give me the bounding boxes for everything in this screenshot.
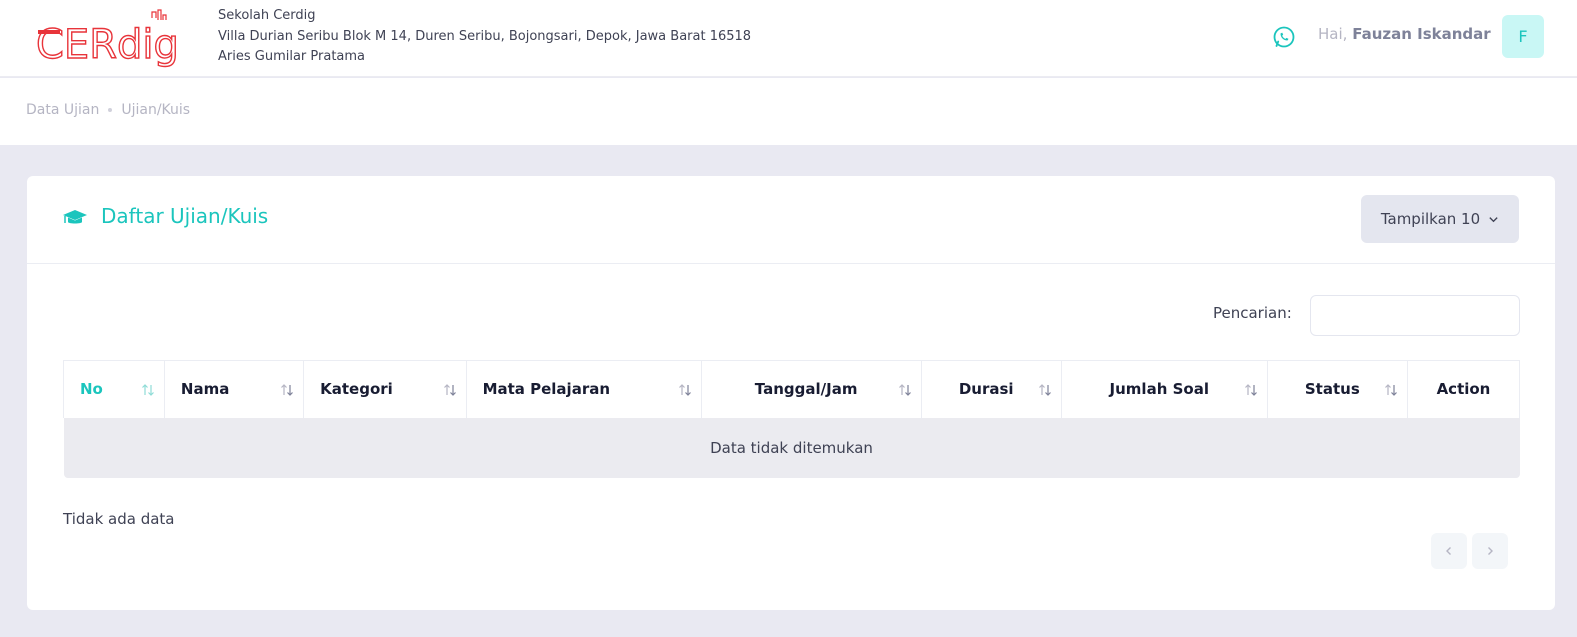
sort-icon	[1244, 384, 1257, 396]
column-tanggal-jam[interactable]: Tanggal/Jam	[700, 360, 922, 418]
card-title: Daftar Ujian/Kuis	[101, 204, 269, 228]
exam-list-card: Daftar Ujian/Kuis Tampilkan 10 Pencarian…	[27, 176, 1555, 610]
sort-icon	[678, 384, 691, 396]
column-mata-pelajaran[interactable]: Mata Pelajaran	[465, 360, 702, 418]
empty-table-message: Data tidak ditemukan	[63, 417, 1520, 478]
previous-page-button[interactable]	[1431, 533, 1467, 569]
sort-icon	[443, 384, 456, 396]
search-input[interactable]	[1310, 295, 1520, 336]
user-greeting[interactable]: Hai, Fauzan Iskandar	[1318, 25, 1491, 43]
top-header: CERdig Sekolah Cerdig Villa Durian Serib…	[0, 0, 1577, 77]
next-page-button[interactable]	[1472, 533, 1508, 569]
page-length-label: Tampilkan 10	[1380, 210, 1481, 228]
school-address: Villa Durian Seribu Blok M 14, Duren Ser…	[218, 28, 752, 44]
column-kategori[interactable]: Kategori	[303, 360, 467, 418]
card-header: Daftar Ujian/Kuis Tampilkan 10	[27, 176, 1555, 264]
exam-table: No Nama Kategori Mata Pelajaran Tanggal/…	[63, 360, 1521, 478]
school-name: Sekolah Cerdig	[218, 8, 316, 23]
breadcrumb-item-data-ujian[interactable]: Data Ujian	[26, 102, 99, 118]
subheader: Data Ujian Ujian/Kuis	[0, 78, 1577, 145]
greeting-prefix: Hai,	[1318, 25, 1348, 43]
sort-icon	[1038, 384, 1051, 396]
school-info: Sekolah Cerdig Villa Durian Seribu Blok …	[218, 6, 751, 68]
user-name: Fauzan Iskandar	[1352, 25, 1491, 43]
search-label: Pencarian:	[1213, 304, 1292, 322]
sort-icon	[898, 384, 911, 396]
svg-text:CERdig: CERdig	[36, 22, 179, 68]
breadcrumb-item-ujian-kuis[interactable]: Ujian/Kuis	[121, 102, 190, 118]
column-no[interactable]: No	[63, 360, 165, 418]
sort-icon	[281, 384, 294, 396]
avatar[interactable]: F	[1502, 15, 1544, 58]
chevron-right-icon	[1488, 547, 1493, 555]
chevron-left-icon	[1446, 547, 1451, 555]
breadcrumb: Data Ujian Ujian/Kuis	[26, 102, 190, 118]
chevron-down-icon	[1489, 216, 1498, 222]
cerdig-logo[interactable]: CERdig	[34, 8, 202, 68]
column-nama[interactable]: Nama	[163, 360, 304, 418]
column-action: Action	[1406, 360, 1521, 418]
page-length-dropdown[interactable]: Tampilkan 10	[1361, 195, 1519, 243]
table-info: Tidak ada data	[63, 510, 175, 528]
table-row: Data tidak ditemukan	[63, 417, 1520, 478]
sort-icon	[1385, 384, 1397, 396]
school-head: Aries Gumilar Pratama	[218, 49, 366, 64]
column-durasi[interactable]: Durasi	[920, 360, 1062, 418]
table-header-row: No Nama Kategori Mata Pelajaran Tanggal/…	[63, 360, 1521, 418]
column-jumlah-soal[interactable]: Jumlah Soal	[1060, 360, 1268, 418]
column-status[interactable]: Status	[1266, 360, 1408, 418]
breadcrumb-separator	[108, 108, 113, 112]
graduation-cap-icon	[63, 210, 87, 224]
whatsapp-icon[interactable]	[1272, 25, 1296, 49]
sort-icon	[141, 384, 154, 396]
